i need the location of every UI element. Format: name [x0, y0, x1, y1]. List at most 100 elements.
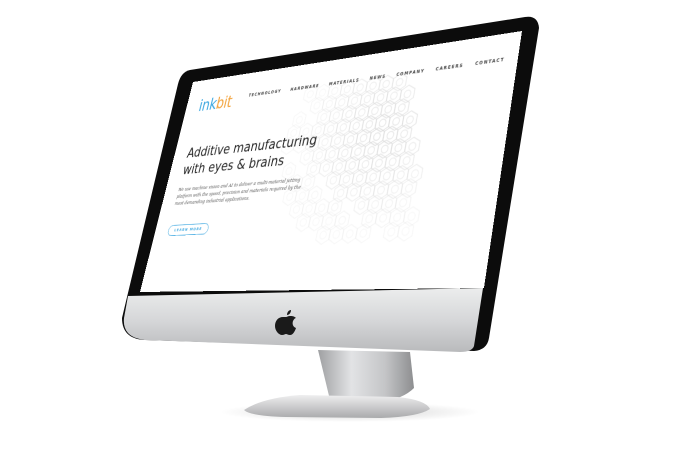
lattice-node: [334, 137, 342, 145]
lattice-cell: [328, 106, 344, 125]
lattice-cell: [331, 157, 347, 176]
lattice-cell: [382, 125, 399, 144]
lattice-node: [345, 110, 353, 118]
lattice-node: [361, 160, 369, 168]
lattice-node: [359, 229, 367, 237]
lattice-node: [385, 199, 393, 207]
lattice-node: [401, 227, 409, 236]
nav-materials[interactable]: MATERIALS: [328, 77, 360, 86]
lattice-cell: [384, 152, 401, 172]
lattice-cell: [376, 139, 393, 158]
nav-hardware[interactable]: HARDWARE: [290, 83, 320, 92]
nav-technology[interactable]: TECHNOLOGY: [248, 88, 282, 97]
lattice-node: [312, 218, 320, 226]
nav-company[interactable]: COMPANY: [396, 68, 425, 77]
lattice-cell: [332, 183, 349, 202]
nav-careers[interactable]: CAREERS: [435, 63, 464, 72]
lattice-node: [351, 97, 359, 105]
lattice-node: [320, 113, 327, 121]
lattice-node: [337, 189, 345, 197]
lattice-node: [403, 90, 411, 98]
lattice-cell: [301, 199, 317, 218]
lattice-cell: [363, 141, 380, 160]
lattice-node: [387, 228, 395, 237]
lattice-node: [392, 117, 400, 125]
lattice-cell: [357, 155, 374, 174]
lattice-node: [360, 134, 368, 142]
lattice-node: [332, 230, 340, 238]
lattice-cell: [355, 223, 372, 243]
lattice-node: [354, 148, 362, 156]
nav-contact[interactable]: CONTACT: [475, 57, 505, 67]
lattice-node: [390, 92, 398, 100]
lattice-node: [342, 175, 350, 183]
stand-neck: [318, 350, 414, 402]
lattice-node: [371, 200, 379, 208]
lattice-node: [400, 130, 408, 138]
lattice-node: [363, 187, 371, 195]
lattice-node: [397, 171, 405, 179]
lattice-node: [381, 145, 389, 153]
lattice-cell: [307, 185, 323, 204]
lattice-node: [346, 230, 354, 238]
lattice-node: [318, 204, 326, 212]
lattice-cell: [314, 198, 330, 217]
lattice-node: [311, 191, 319, 199]
lattice-node: [331, 203, 339, 211]
lattice-node: [386, 131, 394, 139]
lattice-node: [293, 205, 301, 213]
lattice-node: [364, 95, 372, 103]
lattice-node: [383, 172, 391, 180]
lattice-node: [393, 213, 401, 222]
lattice-node: [365, 215, 373, 223]
lattice-node: [338, 98, 346, 106]
lattice-cell: [369, 127, 386, 146]
lattice-node: [406, 116, 414, 124]
lattice-node: [330, 176, 338, 184]
lattice-node: [398, 103, 406, 111]
lattice-node: [352, 122, 360, 130]
lattice-cell: [370, 153, 387, 172]
lattice-cell: [292, 111, 307, 129]
lattice-cell: [288, 200, 304, 219]
lattice-cell: [325, 171, 341, 190]
lattice-node: [335, 163, 343, 171]
lattice-node: [299, 218, 307, 226]
lattice-node: [348, 161, 356, 169]
lattice-cell: [295, 213, 311, 232]
lattice-cell: [316, 108, 332, 126]
lattice-node: [304, 178, 312, 186]
lattice-node: [319, 231, 327, 239]
lattice-cell: [330, 131, 346, 150]
lattice-node: [350, 188, 358, 196]
lattice-node: [328, 150, 336, 158]
lattice-node: [375, 159, 383, 167]
lattice-node: [407, 212, 415, 221]
lattice-node: [365, 120, 373, 128]
lattice-node: [367, 146, 375, 154]
lattice-cell: [350, 142, 366, 161]
lattice-cell: [355, 128, 372, 147]
lattice-node: [326, 100, 333, 108]
lattice-node: [379, 119, 387, 127]
learn-more-button[interactable]: LEARN MORE: [166, 222, 210, 237]
lattice-cell: [404, 137, 421, 157]
lattice-node: [347, 135, 355, 143]
lattice-node: [313, 102, 320, 110]
inkbit-logo[interactable]: inkbit: [197, 93, 234, 115]
nav-news[interactable]: NEWS: [369, 74, 386, 82]
lattice-node: [384, 105, 392, 113]
lattice-cell: [406, 164, 423, 184]
lattice-cell: [337, 143, 353, 162]
monitor-chin: [123, 288, 483, 352]
lattice-cell: [338, 170, 355, 189]
lattice-cell: [378, 166, 395, 186]
lattice-node: [399, 198, 407, 207]
lattice-cell: [398, 151, 415, 171]
lattice-node: [405, 184, 413, 193]
lattice-node: [408, 142, 416, 150]
lattice-node: [377, 186, 385, 194]
lattice-cell: [335, 118, 351, 137]
lattice-node: [338, 216, 346, 224]
lattice-cell: [341, 105, 357, 124]
